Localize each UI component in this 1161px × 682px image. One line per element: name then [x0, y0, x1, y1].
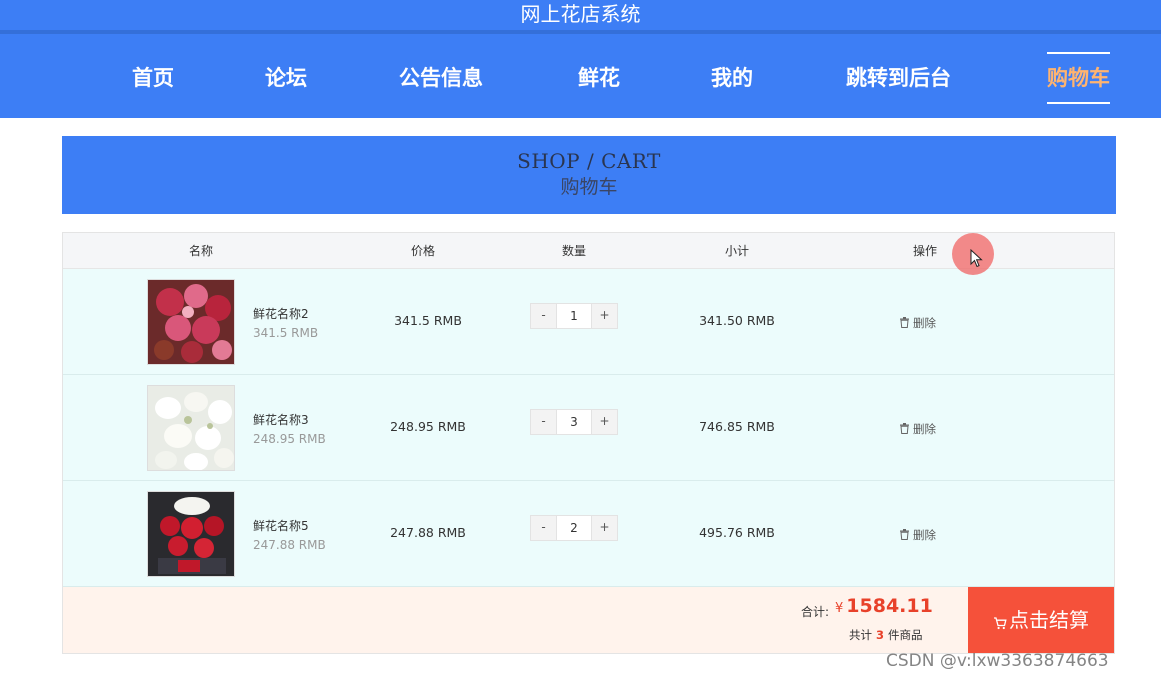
quantity-stepper: - 3 + [530, 409, 618, 435]
delete-label: 删除 [913, 422, 936, 436]
subtotal-cell: 495.76 RMB [699, 525, 775, 540]
mouse-cursor-icon [970, 249, 983, 268]
quantity-value[interactable]: 1 [557, 304, 591, 328]
trash-icon [900, 423, 909, 434]
product-name[interactable]: 鲜花名称2 [253, 305, 309, 322]
count-value: 3 [876, 628, 885, 642]
quantity-value[interactable]: 3 [557, 410, 591, 434]
price-cell: 248.95 RMB [390, 419, 466, 434]
subtotal-cell: 341.50 RMB [699, 313, 775, 328]
count-prefix: 共计 [849, 628, 872, 642]
checkout-button[interactable]: 点击结算 [968, 587, 1114, 653]
header-name: 名称 [188, 244, 213, 258]
price-cell: 341.5 RMB [394, 313, 462, 328]
currency-symbol: ¥ [835, 601, 844, 616]
banner-title-en: SHOP / CART [517, 149, 661, 173]
banner-title-zh: 购物车 [560, 176, 618, 198]
cart-summary: 合计: ¥1584.11 共计 3 件商品 点击结算 [63, 587, 1114, 653]
product-name[interactable]: 鲜花名称5 [253, 517, 309, 534]
nav-item-admin[interactable]: 跳转到后台 [846, 52, 951, 104]
table-row: 鲜花名称2 341.5 RMB 341.5 RMB - 1 + 341.50 R… [63, 269, 1114, 375]
total-amount: ¥1584.11 [835, 595, 933, 617]
decrease-button[interactable]: - [531, 410, 557, 434]
decrease-button[interactable]: - [531, 516, 557, 540]
delete-button[interactable]: 删除 [899, 421, 936, 437]
nav-item-announcements[interactable]: 公告信息 [399, 52, 483, 104]
total-label: 合计: [801, 605, 830, 619]
product-image[interactable] [147, 491, 235, 577]
delete-button[interactable]: 删除 [899, 315, 936, 331]
quantity-value[interactable]: 2 [557, 516, 591, 540]
product-image[interactable] [147, 385, 235, 471]
product-unit-price: 247.88 RMB [253, 538, 326, 552]
price-cell: 247.88 RMB [390, 525, 466, 540]
product-unit-price: 248.95 RMB [253, 432, 326, 446]
trash-icon [900, 317, 909, 328]
delete-button[interactable]: 删除 [899, 527, 936, 543]
total-value: 1584.11 [846, 595, 933, 617]
delete-label: 删除 [913, 528, 936, 542]
watermark: CSDN @v:lxw3363874663 [886, 651, 1109, 671]
header-divider [0, 30, 1161, 34]
nav-item-forum[interactable]: 论坛 [265, 52, 307, 104]
cart-table: 名称 价格 数量 小计 操作 鲜花名称2 341.5 RMB 341.5 RMB [62, 232, 1115, 654]
top-header: 网上花店系统 首页 论坛 公告信息 鲜花 我的 跳转到后台 购物车 [0, 0, 1161, 118]
quantity-stepper: - 1 + [530, 303, 618, 329]
delete-label: 删除 [913, 316, 936, 330]
table-row: 鲜花名称5 247.88 RMB 247.88 RMB - 2 + 495.76… [63, 481, 1114, 587]
header-qty: 数量 [561, 244, 586, 258]
product-name[interactable]: 鲜花名称3 [253, 411, 309, 428]
checkout-label: 点击结算 [1009, 608, 1089, 632]
table-row: 鲜花名称3 248.95 RMB 248.95 RMB - 3 + 746.85… [63, 375, 1114, 481]
quantity-stepper: - 2 + [530, 515, 618, 541]
decrease-button[interactable]: - [531, 304, 557, 328]
increase-button[interactable]: + [591, 304, 617, 328]
header-subtotal: 小计 [724, 244, 749, 258]
main-nav: 首页 论坛 公告信息 鲜花 我的 跳转到后台 购物车 [0, 52, 1161, 104]
page-banner: SHOP / CART 购物车 [62, 136, 1116, 214]
nav-item-mine[interactable]: 我的 [711, 52, 753, 104]
count-suffix: 件商品 [888, 628, 923, 642]
cart-icon [994, 617, 1007, 630]
product-unit-price: 341.5 RMB [253, 326, 319, 340]
increase-button[interactable]: + [591, 516, 617, 540]
trash-icon [900, 529, 909, 540]
site-title: 网上花店系统 [520, 2, 641, 26]
header-price: 价格 [410, 244, 435, 258]
nav-item-flowers[interactable]: 鲜花 [578, 52, 620, 104]
product-image[interactable] [147, 279, 235, 365]
subtotal-cell: 746.85 RMB [699, 419, 775, 434]
increase-button[interactable]: + [591, 410, 617, 434]
nav-item-cart[interactable]: 购物车 [1047, 52, 1110, 104]
item-count: 共计 3 件商品 [849, 627, 923, 643]
nav-item-home[interactable]: 首页 [132, 52, 174, 104]
